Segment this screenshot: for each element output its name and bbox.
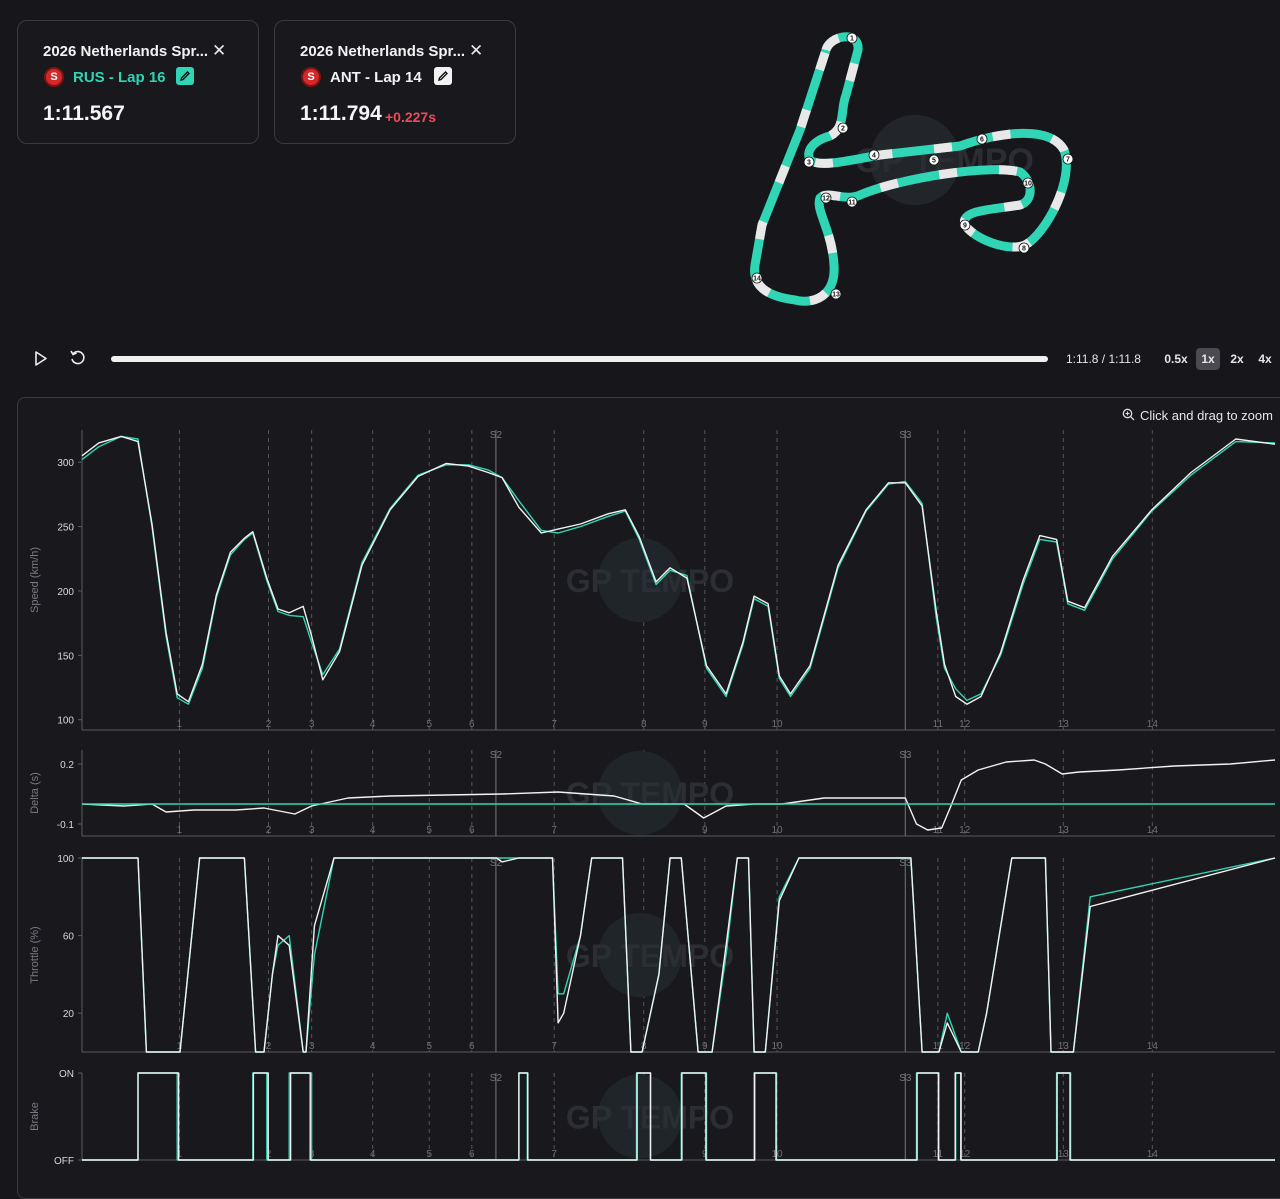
corner-tick-label: 4: [370, 1041, 376, 1052]
sector-label: S2: [490, 1073, 503, 1084]
watermark: GP TEMPO: [566, 938, 734, 974]
corner-tick-label: 2: [266, 1041, 272, 1052]
sector-label: S3: [899, 1073, 912, 1084]
corner-tick-label: 5: [426, 1149, 432, 1160]
corner-tick-label: 10: [772, 1041, 784, 1052]
corner-tick-label: 6: [469, 1149, 475, 1160]
y-axis-label: Brake: [29, 1102, 41, 1131]
corner-tick-label: 2: [266, 719, 272, 730]
corner-tick-label: 2: [266, 825, 272, 836]
corner-tick-label: 14: [1147, 719, 1159, 730]
corner-tick-label: 13: [1058, 1041, 1070, 1052]
corner-tick-label: 14: [1147, 1149, 1159, 1160]
corner-tick-label: 10: [772, 1149, 784, 1160]
corner-tick-label: 7: [551, 1149, 557, 1160]
corner-tick-label: 3: [309, 825, 315, 836]
corner-tick-label: 13: [1058, 1149, 1070, 1160]
y-tick-label: 100: [57, 854, 74, 865]
corner-tick-label: 6: [469, 825, 475, 836]
corner-tick-label: 5: [426, 719, 432, 730]
sector-label: S3: [899, 430, 912, 441]
throttle-chart[interactable]: 1 2 3 4 5 6 7 8 9 10 11 12 13 14S2 S3GP TEMPO2060100Th…: [29, 854, 1276, 1053]
corner-tick-label: 8: [641, 719, 647, 730]
corner-tick-label: 11: [933, 719, 944, 730]
y-tick-label: 300: [57, 458, 74, 469]
y-tick-label: 250: [57, 523, 74, 534]
sector-label: S3: [899, 858, 912, 869]
corner-tick-label: 5: [426, 825, 432, 836]
brake-chart[interactable]: 1234567891011121314S2S3GP TEMPOOFFONBrak…: [29, 1069, 1275, 1167]
sector-label: S2: [490, 430, 503, 441]
y-tick-label: 200: [57, 587, 74, 598]
corner-tick-label: 4: [370, 719, 376, 730]
y-tick-label: ON: [59, 1069, 74, 1080]
y-tick-label: OFF: [54, 1156, 74, 1167]
corner-tick-label: 13: [1058, 825, 1070, 836]
corner-tick-label: 6: [469, 1041, 475, 1052]
y-tick-label: 20: [63, 1009, 75, 1020]
corner-tick-label: 12: [959, 825, 971, 836]
corner-tick-label: 5: [426, 1041, 432, 1052]
corner-tick-label: 1: [177, 825, 183, 836]
sector-label: S3: [899, 750, 912, 761]
corner-tick-label: 7: [551, 1041, 557, 1052]
y-axis-label: Speed (km/h): [29, 547, 41, 613]
y-tick-label: 60: [63, 932, 75, 943]
corner-tick-label: 4: [370, 825, 376, 836]
corner-tick-label: 12: [959, 719, 971, 730]
sector-label: S2: [490, 750, 503, 761]
corner-tick-label: 1: [177, 719, 183, 730]
corner-tick-label: 3: [309, 1041, 315, 1052]
corner-tick-label: 10: [772, 825, 784, 836]
telemetry-charts[interactable]: 1 2 3 4 5 6 7 8 9 10 11 12 13 14S2 S3GP TEMPO100150200…: [0, 0, 1280, 1170]
corner-tick-label: 13: [1058, 719, 1070, 730]
y-tick-label: 150: [57, 651, 74, 662]
corner-tick-label: 9: [702, 1041, 708, 1052]
y-tick-label: 0.2: [60, 760, 74, 771]
y-axis-label: Throttle (%): [29, 926, 41, 983]
y-tick-label: 100: [57, 716, 74, 727]
corner-tick-label: 4: [370, 1149, 376, 1160]
corner-tick-label: 9: [702, 719, 708, 730]
corner-tick-label: 10: [772, 719, 784, 730]
corner-tick-label: 6: [469, 719, 475, 730]
y-tick-label: -0.1: [57, 820, 75, 831]
speed-chart[interactable]: 1 2 3 4 5 6 7 8 9 10 11 12 13 14S2 S3GP TEMPO100150200…: [29, 430, 1276, 731]
delta-chart[interactable]: 1234567891011121314S2S3GP TEMPO-0.10.2De…: [29, 750, 1276, 837]
y-axis-label: Delta (s): [29, 772, 41, 814]
corner-tick-label: 14: [1147, 825, 1159, 836]
corner-tick-label: 9: [702, 825, 708, 836]
corner-tick-label: 7: [551, 825, 557, 836]
sector-label: S2: [490, 858, 503, 869]
corner-tick-label: 7: [551, 719, 557, 730]
corner-tick-label: 14: [1147, 1041, 1159, 1052]
corner-tick-label: 3: [309, 719, 315, 730]
